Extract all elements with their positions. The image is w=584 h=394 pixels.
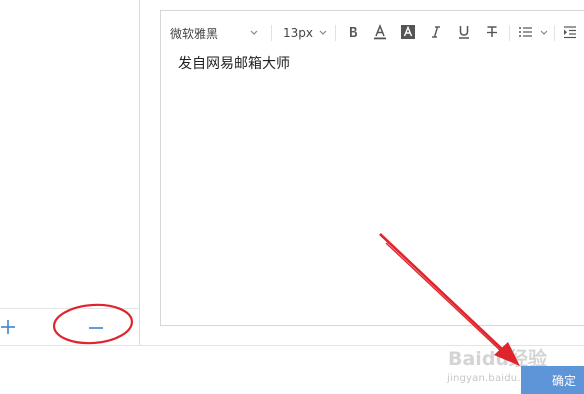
font-family-dropdown[interactable] xyxy=(249,24,259,42)
font-color-icon xyxy=(374,23,386,40)
signature-list-panel xyxy=(0,0,140,345)
font-family-select[interactable]: 微软雅黑 xyxy=(170,24,218,42)
indent-button[interactable] xyxy=(561,23,579,41)
toolbar-divider xyxy=(509,25,510,41)
list-button[interactable] xyxy=(517,23,535,41)
footer-divider xyxy=(0,345,584,346)
indent-icon xyxy=(564,26,576,39)
toolbar-divider xyxy=(335,25,336,41)
background-color-icon xyxy=(401,25,415,39)
strikethrough-button[interactable] xyxy=(483,23,501,41)
underline-button[interactable] xyxy=(455,23,473,41)
font-color-button[interactable] xyxy=(371,23,389,41)
list-icon xyxy=(519,27,532,37)
font-size-value: 13px xyxy=(283,26,313,40)
bold-button[interactable] xyxy=(344,23,362,41)
add-signature-button[interactable] xyxy=(0,319,16,335)
italic-icon xyxy=(432,26,440,38)
bold-icon xyxy=(350,27,357,37)
remove-signature-button[interactable] xyxy=(88,319,104,335)
font-family-value: 微软雅黑 xyxy=(170,26,219,41)
editor-toolbar: 微软雅黑 13px xyxy=(161,11,584,53)
list-dropdown[interactable] xyxy=(539,23,549,41)
underline-icon xyxy=(459,26,469,39)
signature-editor: 微软雅黑 13px 发自网易邮箱大师 xyxy=(160,10,584,326)
signature-settings-dialog: 微软雅黑 13px 发自网易邮箱大师 Baidu经验 jingyan.baidu… xyxy=(0,0,584,394)
italic-button[interactable] xyxy=(427,23,445,41)
signature-text[interactable]: 发自网易邮箱大师 xyxy=(178,53,290,73)
confirm-button[interactable]: 确定 xyxy=(521,366,584,394)
background-color-button[interactable] xyxy=(399,23,417,41)
strikethrough-icon xyxy=(487,26,497,37)
chevron-down-icon xyxy=(540,30,548,35)
chevron-down-icon xyxy=(250,30,258,35)
toolbar-divider xyxy=(554,25,555,41)
signature-list-footer xyxy=(0,308,139,346)
plus-icon xyxy=(1,320,15,334)
chevron-down-icon xyxy=(319,30,327,35)
toolbar-divider xyxy=(271,25,272,41)
minus-icon xyxy=(89,327,103,329)
font-size-dropdown[interactable] xyxy=(318,24,328,42)
font-size-select[interactable]: 13px xyxy=(283,24,313,42)
